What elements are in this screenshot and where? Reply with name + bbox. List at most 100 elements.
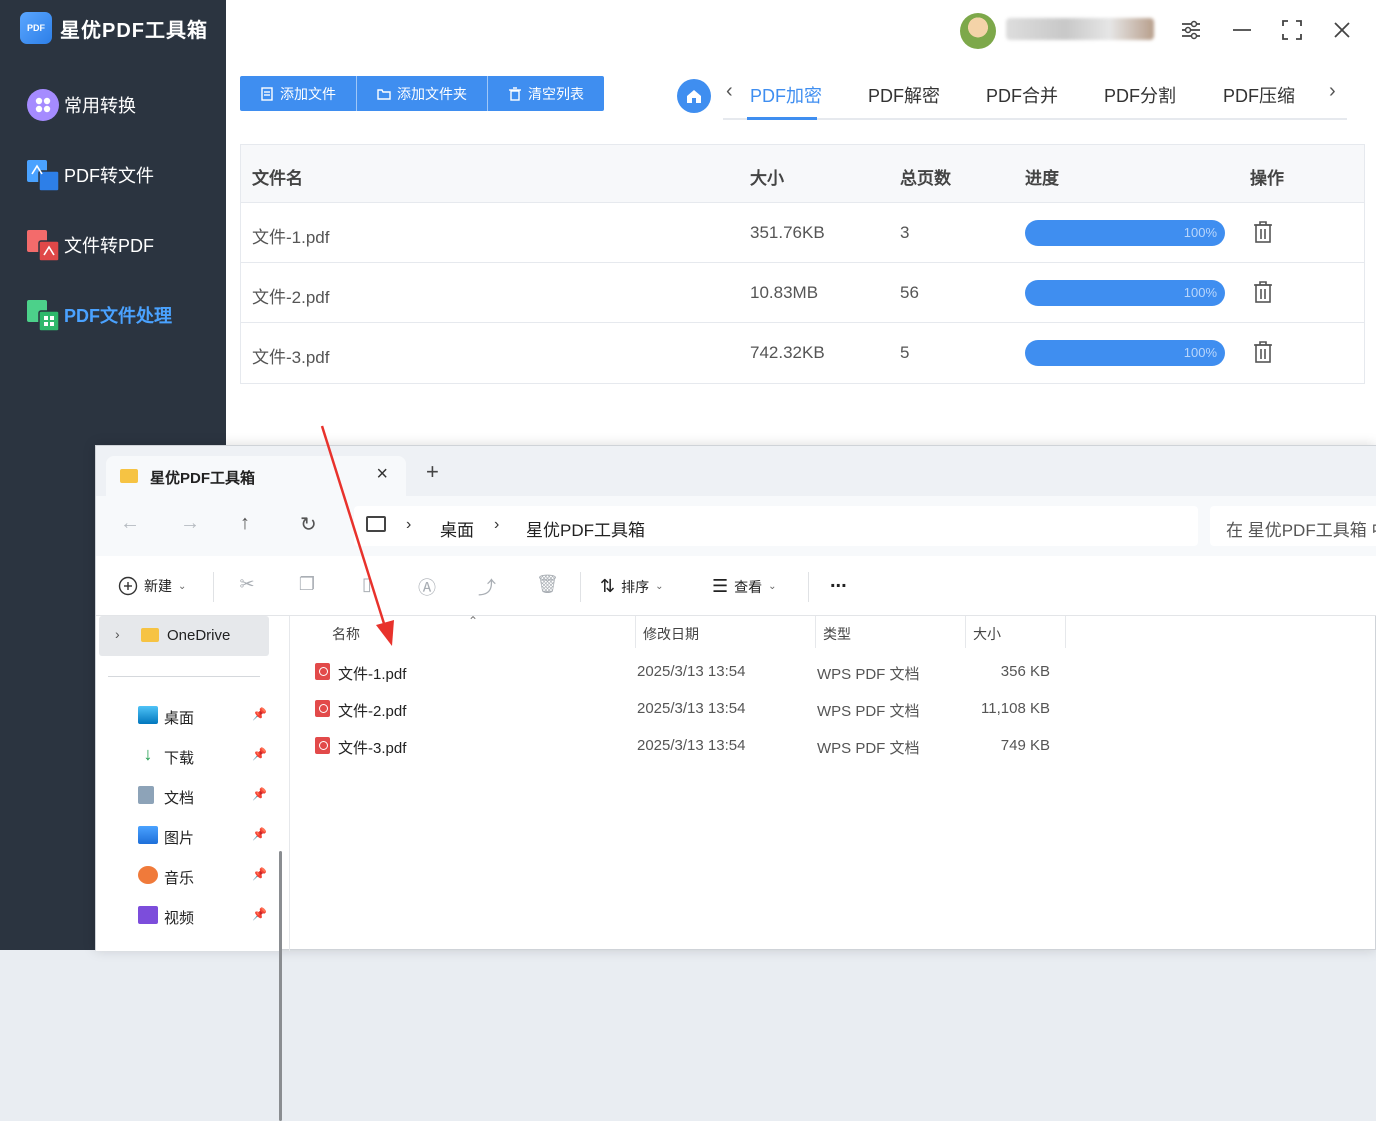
nav-item-label: 音乐 <box>164 870 195 887</box>
paste-icon[interactable]: ▯ <box>356 574 378 596</box>
col-actions: 操作 <box>1250 169 1284 188</box>
new-button[interactable]: 新建 ⌄ <box>118 576 186 596</box>
app-title: 星优PDF工具箱 <box>60 19 208 42</box>
sidebar-item-file-to-pdf[interactable]: 文件转PDF <box>26 228 154 262</box>
column-divider[interactable] <box>1065 616 1066 648</box>
page-count: 56 <box>900 283 919 302</box>
add-file-button[interactable]: 添加文件 <box>240 76 357 111</box>
tab-pdf-decrypt[interactable]: PDF解密 <box>868 82 940 108</box>
home-icon <box>687 90 701 103</box>
file-size: 356 KB <box>1000 663 1050 680</box>
nav-item-documents[interactable]: 文档 📌 <box>136 781 271 811</box>
address-bar[interactable]: › 桌面 › 星优PDF工具箱 <box>354 506 1198 546</box>
folder-icon <box>377 88 391 100</box>
col-progress: 进度 <box>1025 169 1059 188</box>
share-icon[interactable]: ⤴ <box>476 574 498 598</box>
maximize-icon[interactable] <box>1279 18 1305 44</box>
avatar[interactable] <box>960 13 996 49</box>
search-box[interactable]: 在 星优PDF工具箱 中 <box>1210 506 1376 546</box>
tab-pdf-split[interactable]: PDF分割 <box>1104 82 1176 108</box>
col-name[interactable]: 名称 <box>332 624 360 644</box>
nav-item-desktop[interactable]: 桌面 📌 <box>136 701 271 731</box>
search-placeholder: 在 星优PDF工具箱 中 <box>1226 521 1376 540</box>
delete-trash-icon[interactable] <box>1253 221 1273 243</box>
minimize-icon[interactable] <box>1229 18 1255 44</box>
forward-arrow-icon[interactable]: → <box>180 512 200 535</box>
divider <box>808 572 809 602</box>
delete-trash-icon[interactable] <box>1253 341 1273 363</box>
pin-icon[interactable]: 📌 <box>252 827 267 841</box>
progress-bar: 100% <box>1025 340 1225 366</box>
nav-onedrive-label: OneDrive <box>167 627 231 644</box>
delete-icon[interactable]: 🗑 <box>536 574 559 596</box>
table-header: 文件名 大小 总页数 进度 操作 <box>241 145 1364 203</box>
up-arrow-icon[interactable]: ↑ <box>240 512 250 535</box>
pin-icon[interactable]: 📌 <box>252 867 267 881</box>
file-row[interactable]: 文件-2.pdf 2025/3/13 13:54 WPS PDF 文档 11,1… <box>310 691 1070 725</box>
app-logo-icon: PDF <box>20 12 52 44</box>
view-label: 查看 <box>734 578 763 595</box>
nav-item-label: 视频 <box>164 910 195 927</box>
column-divider[interactable] <box>965 616 966 648</box>
chevron-down-icon: ⌄ <box>768 581 777 592</box>
copy-icon[interactable]: ❐ <box>296 574 318 596</box>
pictures-icon <box>138 826 158 844</box>
nav-item-label: 桌面 <box>164 710 195 727</box>
file-size: 10.83MB <box>750 283 819 302</box>
add-folder-button[interactable]: 添加文件夹 <box>357 76 488 111</box>
rename-icon[interactable]: Ⓐ <box>416 574 438 598</box>
scrollbar[interactable] <box>279 851 282 1121</box>
divider <box>108 676 260 677</box>
pin-icon[interactable]: 📌 <box>252 907 267 921</box>
explorer-tab[interactable]: 星优PDF工具箱 × <box>106 456 406 496</box>
column-divider[interactable] <box>815 616 816 648</box>
pin-icon[interactable]: 📌 <box>252 707 267 721</box>
file-name: 文件-1.pdf <box>252 228 330 247</box>
nav-item-downloads[interactable]: ↓ 下载 📌 <box>136 741 271 771</box>
file-row[interactable]: 文件-3.pdf 2025/3/13 13:54 WPS PDF 文档 749 … <box>310 728 1070 762</box>
col-pages: 总页数 <box>900 169 951 188</box>
file-type: WPS PDF 文档 <box>817 740 920 757</box>
divider <box>213 572 214 602</box>
sidebar-item-common-convert[interactable]: 常用转换 <box>26 88 136 122</box>
sidebar-item-pdf-process[interactable]: PDF文件处理 <box>26 298 172 332</box>
sidebar-item-pdf-to-file[interactable]: PDF转文件 <box>26 158 154 192</box>
sort-button[interactable]: ⇅ 排序 ⌄ <box>600 576 663 597</box>
close-tab-icon[interactable]: × <box>376 463 388 486</box>
breadcrumb-folder[interactable]: 星优PDF工具箱 <box>526 516 645 541</box>
col-type[interactable]: 类型 <box>823 624 851 644</box>
sidebar-item-label: 常用转换 <box>64 96 136 116</box>
pin-icon[interactable]: 📌 <box>252 787 267 801</box>
sidebar-item-label: PDF转文件 <box>64 166 154 186</box>
clear-list-button[interactable]: 清空列表 <box>488 76 604 111</box>
nav-onedrive[interactable]: › OneDrive <box>99 616 269 656</box>
nav-item-pictures[interactable]: 图片 📌 <box>136 821 271 851</box>
tab-pdf-encrypt[interactable]: PDF加密 <box>750 82 822 108</box>
tab-next-chevron-icon[interactable]: › <box>1329 80 1336 103</box>
new-tab-plus-icon[interactable]: + <box>426 461 439 483</box>
file-name: 文件-3.pdf <box>252 348 330 367</box>
home-button[interactable] <box>677 79 711 113</box>
file-row[interactable]: 文件-1.pdf 2025/3/13 13:54 WPS PDF 文档 356 … <box>310 654 1070 688</box>
col-date[interactable]: 修改日期 <box>643 624 699 644</box>
delete-trash-icon[interactable] <box>1253 281 1273 303</box>
refresh-icon[interactable]: ↻ <box>300 512 317 537</box>
settings-sliders-icon[interactable] <box>1178 18 1204 44</box>
file-type: WPS PDF 文档 <box>817 666 920 683</box>
tab-pdf-compress[interactable]: PDF压缩 <box>1223 82 1295 108</box>
view-button[interactable]: ☰ 查看 ⌄ <box>712 576 777 597</box>
nav-item-music[interactable]: 音乐 📌 <box>136 861 271 891</box>
back-arrow-icon[interactable]: ← <box>120 512 140 535</box>
close-icon[interactable] <box>1329 18 1355 44</box>
pin-icon[interactable]: 📌 <box>252 747 267 761</box>
nav-item-videos[interactable]: 视频 📌 <box>136 901 271 931</box>
col-size[interactable]: 大小 <box>973 624 1001 644</box>
column-divider[interactable] <box>635 616 636 648</box>
cut-icon[interactable]: ✂ <box>236 574 258 596</box>
tab-prev-chevron-icon[interactable]: ‹ <box>726 80 733 103</box>
table-row: 文件-2.pdf 10.83MB 56 100% <box>241 263 1364 323</box>
more-options-icon[interactable]: ... <box>830 570 847 593</box>
file-toolbar: 添加文件 添加文件夹 清空列表 <box>240 76 604 111</box>
breadcrumb-desktop[interactable]: 桌面 <box>440 516 474 541</box>
tab-pdf-merge[interactable]: PDF合并 <box>986 82 1058 108</box>
